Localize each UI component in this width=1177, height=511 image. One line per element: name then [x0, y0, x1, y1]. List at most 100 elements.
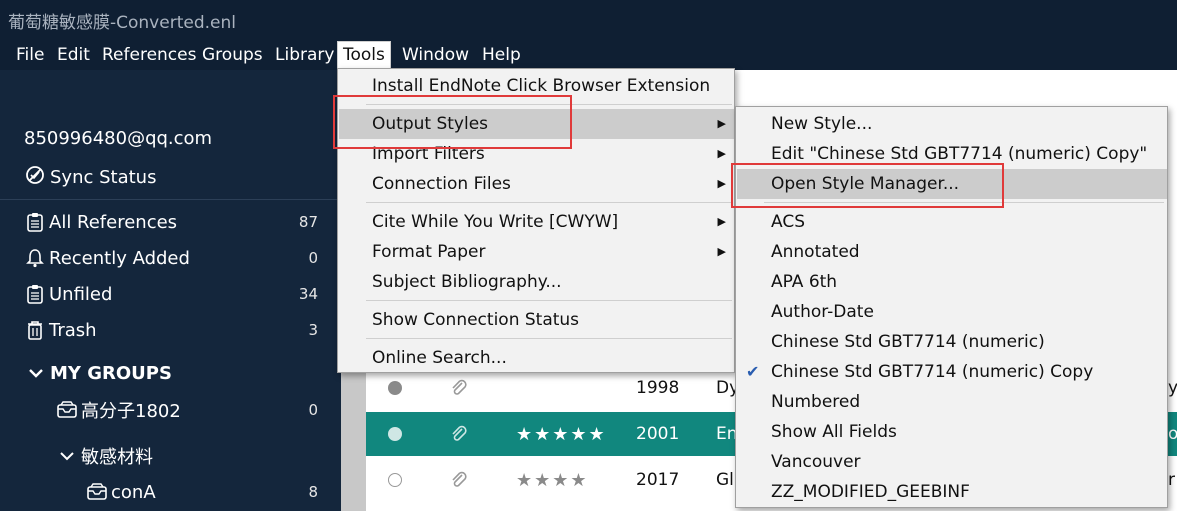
sidebar-item-label: 敏感材料 — [81, 447, 153, 468]
author-cell: Gl — [716, 470, 734, 490]
menu-item-label: Vancouver — [771, 452, 861, 472]
highlight-box-output-styles — [333, 95, 572, 149]
year-cell: 2001 — [636, 424, 680, 444]
menu-item-style-vancouver[interactable]: Vancouver — [737, 447, 1167, 477]
my-groups-header[interactable]: MY GROUPS — [28, 363, 172, 384]
sidebar-group-item[interactable]: conA 8 — [86, 477, 320, 507]
menu-item-style-zz-modified[interactable]: ZZ_MODIFIED_GEEBINF — [737, 477, 1167, 507]
menu-item-label: Chinese Std GBT7714 (numeric) — [771, 332, 1045, 352]
title-cell: r — [1168, 470, 1175, 490]
rating-stars[interactable]: ★★★★ — [516, 470, 589, 491]
rating-stars[interactable]: ★★★★★ — [516, 424, 607, 445]
menu-file[interactable]: File — [16, 43, 44, 69]
chevron-down-icon — [56, 445, 78, 467]
menu-item-style-chinese-std[interactable]: Chinese Std GBT7714 (numeric) — [737, 327, 1167, 357]
submenu-arrow-icon: ▶ — [717, 147, 726, 160]
menu-item-subject-bibliography[interactable]: Subject Bibliography... — [339, 267, 734, 297]
menu-item-style-author-date[interactable]: Author-Date — [737, 297, 1167, 327]
clipboard-icon — [24, 283, 46, 305]
menu-item-label: Subject Bibliography... — [372, 272, 562, 292]
account-email: 850996480@qq.com — [24, 128, 213, 149]
highlight-box-open-style-manager — [731, 163, 1004, 208]
sidebar-item-all-references[interactable]: All References 87 — [24, 207, 320, 237]
menu-item-show-connection-status[interactable]: Show Connection Status — [339, 305, 734, 335]
sidebar-item-label: All References — [49, 211, 178, 233]
submenu-arrow-icon: ▶ — [717, 215, 726, 228]
item-count: 8 — [308, 483, 318, 501]
read-status-icon — [388, 473, 402, 487]
chevron-down-icon — [28, 363, 44, 384]
paperclip-icon — [448, 377, 470, 399]
window-title: 葡萄糖敏感膜-Converted.enl — [8, 13, 236, 33]
menu-item-connection-files[interactable]: Connection Files ▶ — [339, 169, 734, 199]
menu-references[interactable]: References — [102, 43, 196, 69]
sidebar-item-label: conA — [111, 481, 156, 503]
title-bar: 葡萄糖敏感膜-Converted.enl — [0, 0, 1177, 38]
menu-item-style-acs[interactable]: ACS — [737, 207, 1167, 237]
menu-item-style-apa-6th[interactable]: APA 6th — [737, 267, 1167, 297]
menu-item-label: Show Connection Status — [372, 310, 580, 330]
sidebar-group-set[interactable]: 敏感材料 — [56, 441, 320, 471]
year-cell: 2017 — [636, 470, 680, 490]
menu-item-style-numbered[interactable]: Numbered — [737, 387, 1167, 417]
menu-item-label: Connection Files — [372, 174, 511, 194]
sidebar-item-unfiled[interactable]: Unfiled 34 — [24, 279, 320, 309]
item-count: 0 — [308, 249, 318, 267]
sync-status-label: Sync Status — [50, 167, 157, 188]
clipboard-icon — [24, 211, 46, 233]
menu-edit[interactable]: Edit — [57, 43, 90, 69]
menu-item-cwyw[interactable]: Cite While You Write [CWYW] ▶ — [339, 207, 734, 237]
menu-item-style-annotated[interactable]: Annotated — [737, 237, 1167, 267]
menu-item-online-search[interactable]: Online Search... — [339, 343, 734, 373]
menu-item-format-paper[interactable]: Format Paper ▶ — [339, 237, 734, 267]
menu-item-label: Format Paper — [372, 242, 486, 262]
submenu-arrow-icon: ▶ — [717, 245, 726, 258]
sidebar-group-item[interactable]: 高分子1802 0 — [56, 395, 320, 425]
year-cell: 1998 — [636, 378, 680, 398]
menu-help[interactable]: Help — [482, 43, 521, 69]
menu-bar: File Edit References Groups Library Tool… — [0, 38, 1177, 70]
trash-icon — [24, 319, 46, 341]
paperclip-icon — [448, 469, 470, 491]
menu-library[interactable]: Library — [275, 43, 334, 69]
paperclip-icon — [448, 423, 470, 445]
menu-item-label: APA 6th — [771, 272, 838, 292]
menu-item-style-show-all-fields[interactable]: Show All Fields — [737, 417, 1167, 447]
menu-item-label: Online Search... — [372, 348, 507, 368]
menu-item-label: Author-Date — [771, 302, 874, 322]
menu-item-new-style[interactable]: New Style... — [737, 109, 1167, 139]
menu-separator — [366, 202, 732, 203]
item-count: 87 — [298, 213, 318, 231]
item-count: 34 — [298, 285, 318, 303]
menu-item-label: Chinese Std GBT7714 (numeric) Copy — [771, 362, 1094, 382]
submenu-arrow-icon: ▶ — [717, 177, 726, 190]
title-cell: y — [1168, 378, 1177, 398]
menu-item-label: ZZ_MODIFIED_GEEBINF — [771, 482, 970, 502]
my-groups-label: MY GROUPS — [50, 363, 172, 384]
item-count: 3 — [308, 321, 318, 339]
menu-item-label: Install EndNote Click Browser Extension — [372, 76, 711, 96]
sidebar-item-label: Trash — [49, 319, 97, 341]
read-status-dot — [388, 381, 402, 395]
sidebar-item-label: Recently Added — [49, 247, 190, 269]
menu-separator — [366, 338, 732, 339]
menu-item-label: Show All Fields — [771, 422, 897, 442]
menu-item-label: New Style... — [771, 114, 873, 134]
sidebar-divider — [0, 199, 341, 200]
menu-item-label: Cite While You Write [CWYW] — [372, 212, 619, 232]
menu-item-style-chinese-std-copy[interactable]: ✔ Chinese Std GBT7714 (numeric) Copy — [737, 357, 1167, 387]
sync-icon — [24, 164, 46, 191]
library-sidebar: 850996480@qq.com Sync Status All Referen… — [0, 70, 341, 511]
sync-status-button[interactable]: Sync Status — [24, 164, 156, 191]
sidebar-item-recently-added[interactable]: Recently Added 0 — [24, 243, 320, 273]
menu-item-label: Numbered — [771, 392, 861, 412]
menu-item-label: Edit "Chinese Std GBT7714 (numeric) Copy… — [771, 144, 1148, 164]
sidebar-item-trash[interactable]: Trash 3 — [24, 315, 320, 345]
bell-icon — [24, 247, 46, 269]
menu-tools[interactable]: Tools — [337, 41, 391, 69]
menu-groups[interactable]: Groups — [202, 43, 263, 69]
menu-item-label: Annotated — [771, 242, 860, 262]
group-icon — [56, 399, 78, 421]
menu-window[interactable]: Window — [402, 43, 469, 69]
group-icon — [86, 481, 108, 503]
